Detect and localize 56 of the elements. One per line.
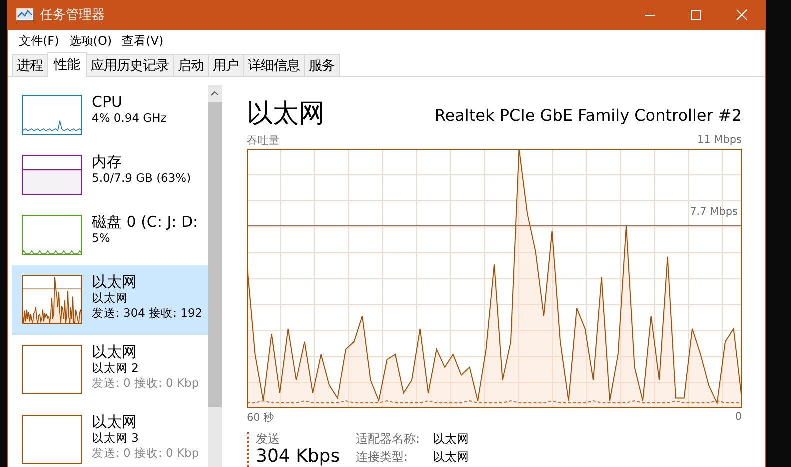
tab[interactable]: 进程 [12,54,48,76]
property-value: 以太网 [433,450,469,466]
tab[interactable]: 性能 [47,52,87,77]
item-detail: 发送: 0 接收: 0 Kbp [92,376,200,391]
item-detail: 以太网 [92,291,129,306]
item-title: CPU [92,93,124,111]
tab[interactable]: 用户 [208,54,244,76]
menu-item[interactable]: 选项(O) [64,30,118,52]
item-detail: 以太网 2 [92,361,140,376]
time-end: 0 [735,411,742,425]
item-title: 内存 [92,153,123,171]
tab[interactable]: 应用历史记录 [86,54,174,76]
item-title: 以太网 [92,343,138,361]
menu-item[interactable]: 查看(V) [117,30,169,52]
tab[interactable]: 启动 [173,54,209,76]
sidebar-item[interactable]: CPU 4% 0.94 GHz [12,85,208,145]
item-title: 磁盘 0 (C: J: D: [92,213,198,231]
sidebar-item[interactable]: 磁盘 0 (C: J: D: 5% [12,205,208,265]
item-detail: 发送: 0 接收: 0 Kbp [92,446,200,461]
tab[interactable]: 详细信息 [243,54,305,76]
item-detail: 4% 0.94 GHz [92,111,167,126]
item-detail: 发送: 304 接收: 192 [92,306,203,321]
property-label: 连接类型: [356,450,410,466]
property-value: 以太网 [433,432,469,448]
send-value: 304 Kbps [256,447,342,467]
reference-value: 7.7 Mbps [690,206,738,218]
item-title: 以太网 [92,273,138,291]
item-detail: 5.0/7.9 GB (63%) [92,171,192,186]
maximize-icon [690,9,702,21]
time-start: 60 秒 [247,411,275,425]
graph-thumbnail [22,95,82,135]
caret-up-icon [211,91,219,96]
scrollbar-thumb[interactable] [208,102,222,407]
app-icon [16,8,34,22]
graph-label: 吞吐量 [247,134,280,148]
window-title: 任务管理器 [40,7,106,24]
graph-thumbnail [22,155,82,195]
device-name: Realtek PCIe GbE Family Controller #2 [434,105,742,127]
send-label: 发送 [256,432,281,447]
menu-item[interactable]: 文件(F) [14,30,64,52]
item-detail: 5% [92,231,112,246]
graph-thumbnail [22,345,82,394]
sidebar-item[interactable]: 以太网 以太网 2 发送: 0 接收: 0 Kbp [12,335,208,405]
sidebar-item[interactable]: 以太网 以太网 发送: 304 接收: 192 [12,265,208,335]
sidebar-item[interactable]: 内存 5.0/7.9 GB (63%) [12,145,208,205]
graph-max: 11 Mbps [697,134,742,148]
sidebar-item[interactable]: 以太网 以太网 3 发送: 0 接收: 0 Kbp [12,405,208,467]
property-label: 适配器名称: [356,432,422,448]
tab[interactable]: 服务 [304,54,340,76]
graph-thumbnail [22,215,82,255]
graph-thumbnail [22,275,82,324]
panel-title: 以太网 [247,98,325,130]
close-icon [736,9,748,21]
graph-thumbnail [22,415,82,464]
item-title: 以太网 [92,413,138,431]
item-detail: 以太网 3 [92,431,140,446]
